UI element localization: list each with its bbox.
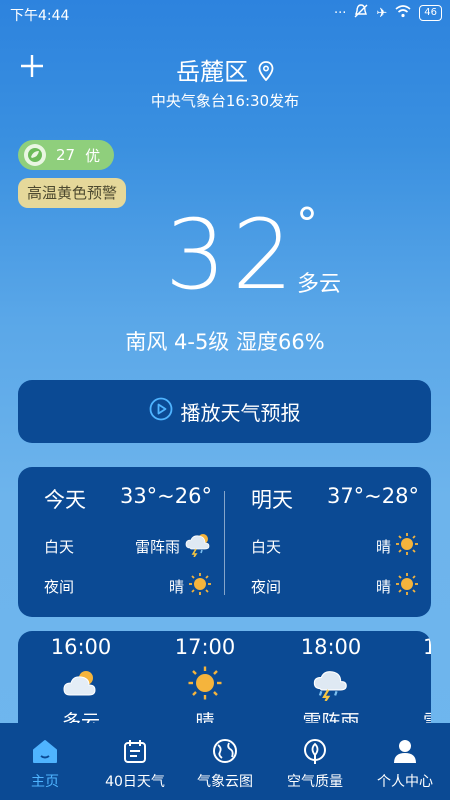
today-forecast[interactable]: 今天 33°~26° 白天 雷阵雨 夜间 晴 [18,467,224,617]
daily-forecast-card[interactable]: 今天 33°~26° 白天 雷阵雨 夜间 晴 明天 37°~28° 白天 晴 夜… [18,467,431,617]
status-bar: 下午4:44 ··· ✈ 46 [0,0,450,28]
leaf-icon [300,736,330,766]
home-icon [30,736,60,766]
airplane-icon: ✈ [376,5,388,21]
bottom-navigation: 主页 40日天气 气象云图 空气质量 个人中心 [0,723,450,800]
nav-item-40day[interactable]: 40日天气 [90,723,180,800]
more-dots-icon: ··· [333,5,347,21]
tomorrow-night-label: 夜间 [251,577,282,596]
aqi-badge[interactable]: 27 优 [18,140,115,170]
tomorrow-day-condition: 晴 [375,537,391,556]
hourly-item[interactable]: 18:00 雷阵雨 [276,631,386,734]
today-night-label: 夜间 [44,577,75,596]
today-title: 今天 [44,488,86,512]
cloudy-sun-icon [26,661,136,705]
calendar-icon [120,736,150,766]
thunderstorm-icon [184,531,212,561]
tomorrow-night-row: 夜间 晴 [251,573,419,599]
aqi-leaf-icon [24,144,46,166]
current-condition: 多云 [297,272,342,297]
thunderstorm-icon [276,661,386,705]
nav-item-home[interactable]: 主页 [0,723,90,800]
today-range: 33°~26° [119,484,212,508]
location-title[interactable]: 岳麓区 [0,52,450,87]
hourly-time: 18:00 [300,635,362,659]
tomorrow-range: 37°~28° [326,484,419,508]
play-forecast-label: 播放天气预报 [180,401,301,425]
wifi-icon [395,4,411,22]
today-day-label: 白天 [44,537,75,556]
sun-icon [395,532,419,560]
nav-item-air-quality[interactable]: 空气质量 [270,723,360,800]
globe-icon [210,736,240,766]
tomorrow-forecast[interactable]: 明天 37°~28° 白天 晴 夜间 晴 [225,467,431,617]
today-night-condition: 晴 [168,577,184,596]
hourly-time: 1 [423,635,431,659]
play-icon [149,397,173,426]
hourly-item[interactable]: 17:00 晴 [150,631,260,734]
mute-icon [354,4,368,22]
person-icon [390,736,420,766]
wind-humidity: 南风 4-5级 湿度66% [125,330,325,354]
sun-icon [395,572,419,600]
nav-label: 个人中心 [377,774,433,790]
battery-icon: 46 [419,5,442,21]
hourly-item[interactable]: 1 雷 [402,631,431,734]
today-day-condition: 雷阵雨 [134,537,180,556]
today-day-row: 白天 雷阵雨 [44,533,212,559]
tomorrow-day-label: 白天 [251,537,282,556]
hourly-item[interactable]: 16:00 多云 [26,631,136,734]
degree-symbol: ° [296,199,318,250]
hourly-icon-placeholder [402,661,431,705]
nav-item-cloud-map[interactable]: 气象云图 [180,723,270,800]
sun-icon [188,572,212,600]
hourly-time: 16:00 [50,635,112,659]
location-pin-icon [258,59,274,87]
status-time: 下午4:44 [10,8,70,24]
today-night-row: 夜间 晴 [44,573,212,599]
sun-icon [150,661,260,705]
weather-alert-badge[interactable]: 高温黄色预警 [18,178,127,208]
nav-label: 主页 [31,774,59,790]
hourly-time: 17:00 [174,635,236,659]
nav-label: 空气质量 [287,774,343,790]
nav-label: 40日天气 [105,774,165,790]
publish-info: 中央气象台16:30发布 [150,92,300,110]
aqi-value: 27 [56,146,76,164]
tomorrow-night-condition: 晴 [375,577,391,596]
location-name: 岳麓区 [176,58,249,86]
current-temperature: 32 [165,199,300,311]
nav-item-profile[interactable]: 个人中心 [360,723,450,800]
aqi-level: 优 [85,146,101,165]
tomorrow-day-row: 白天 晴 [251,533,419,559]
nav-label: 气象云图 [197,774,253,790]
play-forecast-button[interactable]: 播放天气预报 [18,380,431,443]
tomorrow-title: 明天 [251,488,293,512]
status-icons: ··· ✈ 46 [334,4,442,22]
